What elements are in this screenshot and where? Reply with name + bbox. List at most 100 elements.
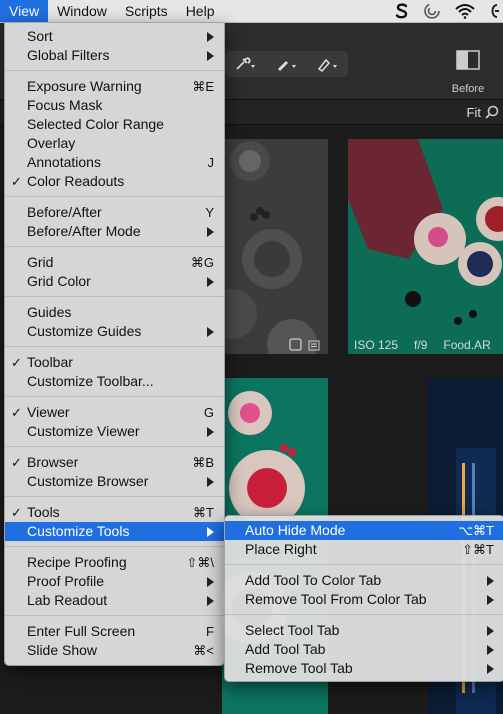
submenu-arrow-icon (207, 577, 214, 587)
menu-item-label: Overlay (27, 135, 76, 151)
menu-item-label: Toolbar (27, 354, 73, 370)
menu-item-remove-tool-from-color-tab[interactable]: Remove Tool From Color Tab (225, 590, 503, 609)
menu-view[interactable]: View (0, 0, 49, 22)
menu-item-label: Customize Browser (27, 473, 149, 489)
submenu-arrow-icon (487, 576, 494, 586)
menu-item-select-tool-tab[interactable]: Select Tool Tab (225, 621, 503, 640)
menu-shortcut: ⌘B (192, 455, 214, 470)
submenu-arrow-icon (207, 527, 214, 537)
menu-item-toolbar[interactable]: ✓ Toolbar (5, 353, 224, 372)
menu-item-customize-tools[interactable]: Customize Tools (5, 522, 224, 541)
menu-item-label: Exposure Warning (27, 78, 142, 94)
eyedropper-tool-icon[interactable] (233, 54, 257, 74)
menu-item-add-tool-tab[interactable]: Add Tool Tab (225, 640, 503, 659)
menu-shortcut: ⌘E (192, 79, 214, 94)
menu-item-customize-browser[interactable]: Customize Browser (5, 472, 224, 491)
menu-shortcut: ⇧⌘T (462, 542, 494, 557)
menu-item-label: Focus Mask (27, 97, 103, 113)
menu-shortcut: ⌘T (193, 505, 214, 520)
menu-item-exposure-warning[interactable]: Exposure Warning ⌘E (5, 77, 224, 96)
menu-item-focus-mask[interactable]: Focus Mask (5, 96, 224, 115)
menu-shortcut: Y (205, 205, 214, 220)
submenu-arrow-icon (487, 664, 494, 674)
menu-item-label: Before/After Mode (27, 223, 141, 239)
menu-item-selected-color-range[interactable]: Selected Color Range (5, 115, 224, 134)
before-after-icon (456, 50, 480, 70)
menu-item-place-right[interactable]: Place Right ⇧⌘T (225, 540, 503, 559)
menu-item-overlay[interactable]: Overlay (5, 134, 224, 153)
customize-tools-submenu: Auto Hide Mode ⌥⌘T Place Right ⇧⌘T Add T… (224, 515, 503, 682)
thumbnail-badges (289, 338, 320, 351)
menu-item-lab-readout[interactable]: Lab Readout (5, 591, 224, 610)
menu-item-label: Selected Color Range (27, 116, 164, 132)
menu-item-grid-color[interactable]: Grid Color (5, 272, 224, 291)
submenu-arrow-icon (207, 51, 214, 61)
menu-separator (5, 446, 224, 447)
menu-item-guides[interactable]: Guides (5, 303, 224, 322)
menu-item-label: Add Tool To Color Tab (245, 572, 382, 588)
menu-scripts[interactable]: Scripts (116, 0, 177, 22)
menu-item-label: Slide Show (27, 642, 98, 658)
menu-item-slide-show[interactable]: Slide Show ⌘< (5, 641, 224, 660)
menu-item-annotations[interactable]: Annotations J (5, 153, 224, 172)
menu-item-customize-toolbar[interactable]: Customize Toolbar... (5, 372, 224, 391)
zoom-icon[interactable] (485, 105, 499, 122)
menu-item-enter-full-screen[interactable]: Enter Full Screen F (5, 622, 224, 641)
checkmark-icon: ✓ (11, 505, 22, 520)
menu-separator (5, 546, 224, 547)
eraser-tool-icon[interactable] (315, 54, 339, 74)
menu-item-label: Grid Color (27, 273, 91, 289)
menu-item-label: Color Readouts (27, 173, 125, 189)
battery-icon[interactable] (489, 4, 499, 18)
menu-item-before-after-mode[interactable]: Before/After Mode (5, 222, 224, 241)
menu-item-global-filters[interactable]: Global Filters (5, 46, 224, 65)
menu-item-auto-hide-mode[interactable]: Auto Hide Mode ⌥⌘T (225, 521, 503, 540)
menu-item-add-tool-to-color-tab[interactable]: Add Tool To Color Tab (225, 571, 503, 590)
photo-thumbnail[interactable] (348, 139, 503, 354)
menu-item-label: Customize Tools (27, 523, 130, 539)
menu-help[interactable]: Help (177, 0, 224, 22)
checkbox-icon[interactable] (289, 338, 302, 351)
menu-item-label: Recipe Proofing (27, 554, 127, 570)
brush-tool-icon[interactable] (274, 54, 298, 74)
menu-shortcut: ⇧⌘\ (186, 555, 214, 570)
submenu-arrow-icon (207, 427, 214, 437)
iso-value: ISO 125 (354, 338, 399, 352)
checkmark-icon: ✓ (11, 455, 22, 470)
menu-item-viewer[interactable]: ✓ Viewer G (5, 403, 224, 422)
menu-item-sort[interactable]: Sort (5, 27, 224, 46)
menu-item-tools[interactable]: ✓ Tools ⌘T (5, 503, 224, 522)
menu-separator (5, 346, 224, 347)
menu-item-remove-tool-tab[interactable]: Remove Tool Tab (225, 659, 503, 678)
before-label: Before (451, 83, 485, 95)
menu-item-recipe-proofing[interactable]: Recipe Proofing ⇧⌘\ (5, 553, 224, 572)
view-menu: Sort Global Filters Exposure Warning ⌘E … (4, 22, 225, 666)
menu-shortcut: F (206, 624, 214, 639)
menu-item-label: Customize Viewer (27, 423, 140, 439)
checkmark-icon: ✓ (11, 355, 22, 370)
menu-separator (5, 396, 224, 397)
filename-value: Food.AR (443, 338, 491, 352)
menu-item-color-readouts[interactable]: ✓ Color Readouts (5, 172, 224, 191)
metadata-icon[interactable] (308, 339, 320, 351)
submenu-arrow-icon (207, 477, 214, 487)
menu-item-label: Customize Guides (27, 323, 142, 339)
menu-item-customize-guides[interactable]: Customize Guides (5, 322, 224, 341)
menu-item-label: Auto Hide Mode (245, 522, 346, 538)
s-app-icon[interactable] (395, 3, 409, 19)
photo-thumbnail[interactable] (222, 139, 328, 354)
menu-item-before-after[interactable]: Before/After Y (5, 203, 224, 222)
fit-label[interactable]: Fit (467, 105, 481, 120)
checkmark-icon: ✓ (11, 174, 22, 189)
menu-item-label: Viewer (27, 404, 70, 420)
before-button[interactable]: Before (448, 49, 488, 97)
menu-separator (5, 196, 224, 197)
wifi-icon[interactable] (455, 3, 475, 19)
menu-item-browser[interactable]: ✓ Browser ⌘B (5, 453, 224, 472)
menu-window[interactable]: Window (48, 0, 116, 22)
photo-metadata-row: ISO 125 f/9 Food.AR (354, 338, 491, 352)
menu-item-proof-profile[interactable]: Proof Profile (5, 572, 224, 591)
sync-icon[interactable] (423, 2, 441, 20)
menu-item-grid[interactable]: Grid ⌘G (5, 253, 224, 272)
menu-item-customize-viewer[interactable]: Customize Viewer (5, 422, 224, 441)
